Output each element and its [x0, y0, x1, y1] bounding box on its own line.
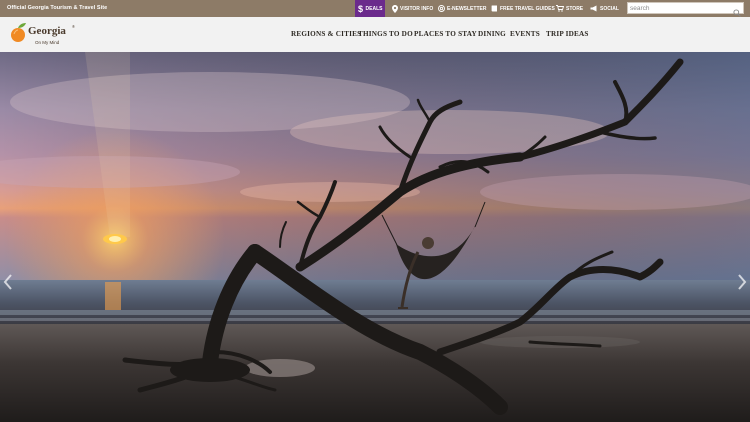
enewsletter-link[interactable]: E-NEWSLETTER [438, 0, 486, 17]
chevron-right-icon[interactable] [736, 273, 748, 291]
store-label: STORE [566, 5, 584, 12]
dollar-icon: $ [358, 4, 364, 13]
megaphone-icon [590, 5, 598, 12]
hero-image [0, 52, 750, 422]
enewsletter-label: E-NEWSLETTER [447, 5, 487, 12]
chevron-left-icon[interactable] [2, 273, 14, 291]
book-icon [491, 5, 498, 12]
svg-text:$: $ [358, 4, 363, 13]
social-link[interactable]: SOCIAL [590, 0, 619, 17]
nav-trip-ideas[interactable]: TRIP IDEAS [546, 30, 589, 38]
peach-icon [11, 23, 26, 42]
travel-guides-label: FREE TRAVEL GUIDES [500, 5, 555, 12]
main-header: Georgia ® On My Mind REGIONS & CITIES TH… [0, 17, 750, 52]
utility-bar: Official Georgia Tourism & Travel Site $… [0, 0, 750, 17]
visitor-info-label: VISITOR INFO [400, 5, 434, 12]
nav-dining[interactable]: DINING [478, 30, 506, 38]
visitor-info-link[interactable]: VISITOR INFO [392, 0, 433, 17]
brand-slogan: On My Mind [35, 40, 60, 45]
nav-things-to-do[interactable]: THINGS TO DO [358, 30, 413, 38]
at-sign-icon [438, 5, 445, 12]
travel-guides-link[interactable]: FREE TRAVEL GUIDES [491, 0, 555, 17]
georgia-logo[interactable]: Georgia ® On My Mind [10, 22, 78, 50]
deals-link[interactable]: $ DEALS [355, 0, 385, 17]
cart-icon [556, 5, 564, 12]
store-link[interactable]: STORE [556, 0, 583, 17]
site-tagline: Official Georgia Tourism & Travel Site [7, 5, 108, 11]
nav-regions-cities[interactable]: REGIONS & CITIES [291, 30, 361, 38]
nav-places-to-stay[interactable]: PLACES TO STAY [414, 30, 477, 38]
brand-name: Georgia [28, 25, 66, 37]
nav-events[interactable]: EVENTS [510, 30, 540, 38]
search-input[interactable] [628, 3, 732, 13]
deals-label: DEALS [365, 5, 383, 12]
registered-mark: ® [72, 24, 75, 29]
search-field [627, 2, 744, 17]
social-label: SOCIAL [600, 5, 619, 12]
map-pin-icon [392, 4, 398, 13]
hero-photo [0, 52, 750, 422]
